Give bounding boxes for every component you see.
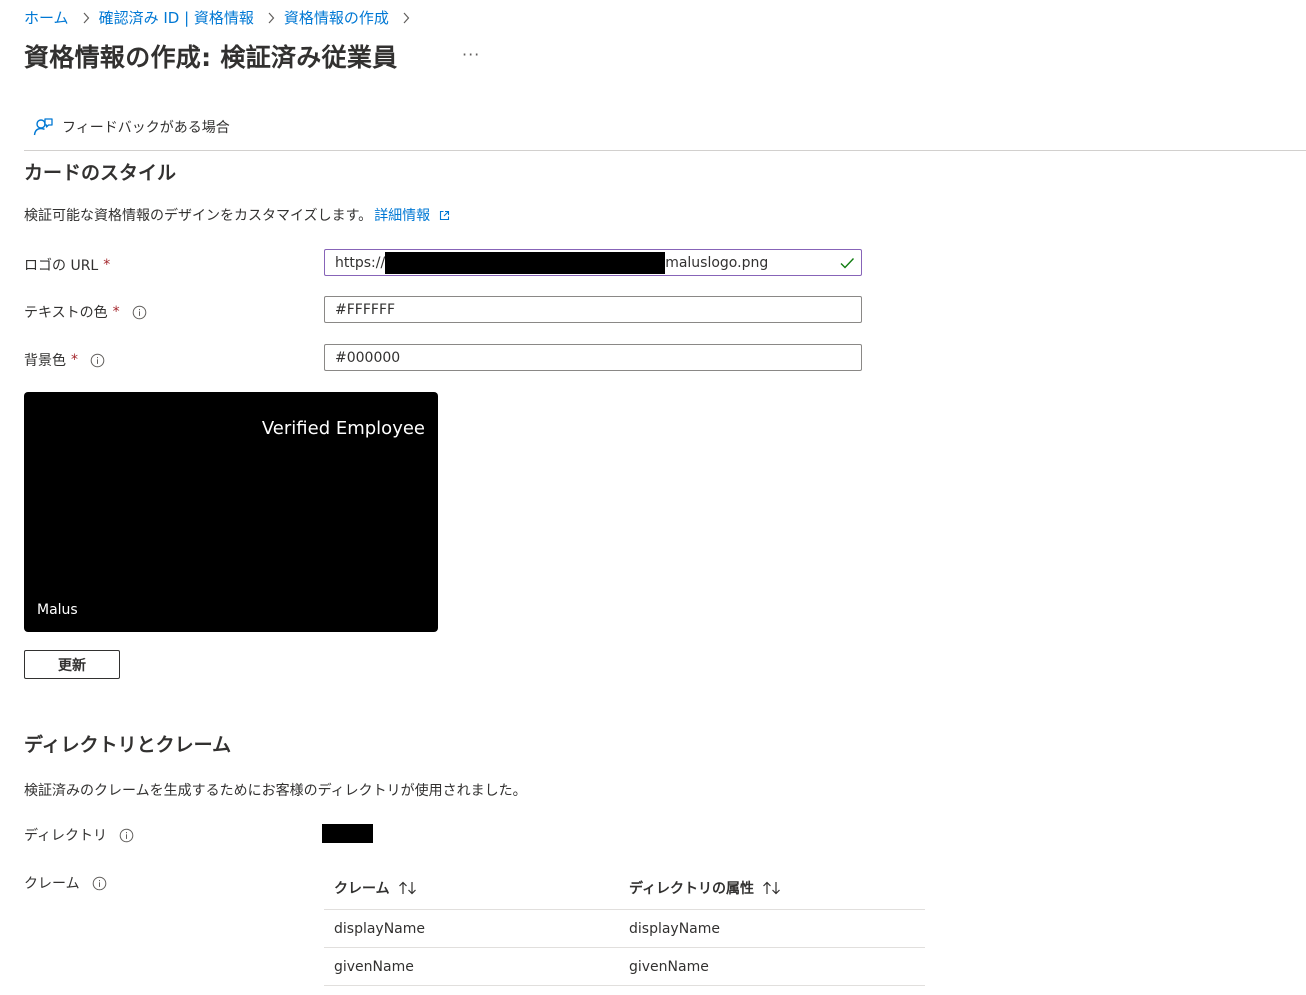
info-icon[interactable] xyxy=(92,876,107,891)
column-header-directory-attribute[interactable]: ディレクトリの属性 xyxy=(619,878,925,898)
info-icon[interactable] xyxy=(132,305,147,320)
logo-url-label: ロゴの URL xyxy=(24,258,99,274)
logo-url-suffix: maluslogo.png xyxy=(665,254,769,271)
feedback-icon xyxy=(32,116,54,138)
background-color-label-row: 背景色 * xyxy=(24,350,105,370)
update-button[interactable]: 更新 xyxy=(24,650,120,679)
directory-claims-description: 検証済みのクレームを生成するためにお客様のディレクトリが使用されました。 xyxy=(24,783,527,799)
checkmark-icon xyxy=(839,255,855,275)
page: ホーム 確認済み ID | 資格情報 資格情報の作成 資格情報の作成: 検証済み… xyxy=(0,0,1306,995)
background-color-input[interactable]: #000000 xyxy=(324,344,862,371)
sort-icon xyxy=(762,881,782,895)
column-header-label: ディレクトリの属性 xyxy=(629,880,755,897)
card-preview-title: Verified Employee xyxy=(261,418,425,439)
feedback-button[interactable]: フィードバックがある場合 xyxy=(32,116,230,138)
card-style-description: 検証可能な資格情報のデザインをカスタマイズします。 xyxy=(24,208,373,224)
text-color-label-row: テキストの色 * xyxy=(24,302,147,322)
breadcrumb: ホーム 確認済み ID | 資格情報 資格情報の作成 xyxy=(24,7,419,28)
required-marker: * xyxy=(103,257,111,273)
chevron-right-icon xyxy=(402,12,410,24)
text-color-value: #FFFFFF xyxy=(335,301,396,318)
logo-url-label-row: ロゴの URL * xyxy=(24,255,110,275)
breadcrumb-verified-id[interactable]: 確認済み ID | 資格情報 xyxy=(99,7,254,28)
chevron-right-icon xyxy=(267,12,275,24)
required-marker: * xyxy=(71,352,78,368)
table-cell: givenName xyxy=(629,958,709,975)
required-marker: * xyxy=(112,304,120,320)
card-style-heading: カードのスタイル xyxy=(24,162,177,184)
sort-icon xyxy=(398,881,418,895)
learn-more-label: 詳細情報 xyxy=(374,208,431,224)
chevron-right-icon xyxy=(82,12,90,24)
table-cell: displayName xyxy=(629,920,721,937)
claims-label: クレーム xyxy=(24,876,80,892)
table-cell: givenName xyxy=(334,958,414,975)
learn-more-link[interactable]: 詳細情報 xyxy=(374,208,449,224)
logo-url-prefix: https:// xyxy=(335,254,386,271)
redacted-block xyxy=(385,251,666,274)
feedback-label: フィードバックがある場合 xyxy=(62,120,230,136)
toolbar-divider xyxy=(24,150,1306,151)
directory-claims-heading: ディレクトリとクレーム xyxy=(24,734,232,756)
card-preview-issuer: Malus xyxy=(37,602,78,618)
table-row: displayName displayName xyxy=(324,910,925,948)
external-link-icon xyxy=(439,210,450,221)
background-color-label: 背景色 xyxy=(24,353,66,369)
logo-url-input[interactable]: https:// maluslogo.png xyxy=(324,249,862,276)
info-icon[interactable] xyxy=(90,353,105,368)
card-preview: Verified Employee Malus xyxy=(24,392,438,632)
background-color-value: #000000 xyxy=(335,349,401,366)
card-style-description-row: 検証可能な資格情報のデザインをカスタマイズします。 詳細情報 xyxy=(24,205,450,225)
text-color-input[interactable]: #FFFFFF xyxy=(324,296,862,323)
breadcrumb-create-credential[interactable]: 資格情報の作成 xyxy=(284,7,389,28)
redacted-directory-value xyxy=(322,824,373,843)
column-header-claim[interactable]: クレーム xyxy=(324,878,619,898)
page-title: 資格情報の作成: 検証済み従業員 xyxy=(24,43,398,72)
text-color-label: テキストの色 xyxy=(24,305,108,321)
info-icon[interactable] xyxy=(119,828,134,843)
table-cell: displayName xyxy=(334,920,426,937)
claims-label-row: クレーム xyxy=(24,873,107,893)
claims-table: クレーム ディレクトリの属性 displayName displayName g… xyxy=(324,866,925,986)
directory-label: ディレクトリ xyxy=(24,828,108,844)
column-header-label: クレーム xyxy=(334,880,390,897)
directory-label-row: ディレクトリ xyxy=(24,825,134,845)
table-row: givenName givenName xyxy=(324,948,925,986)
breadcrumb-home[interactable]: ホーム xyxy=(24,7,69,28)
table-header-row: クレーム ディレクトリの属性 xyxy=(324,866,925,910)
more-options-button[interactable]: ··· xyxy=(462,45,480,64)
